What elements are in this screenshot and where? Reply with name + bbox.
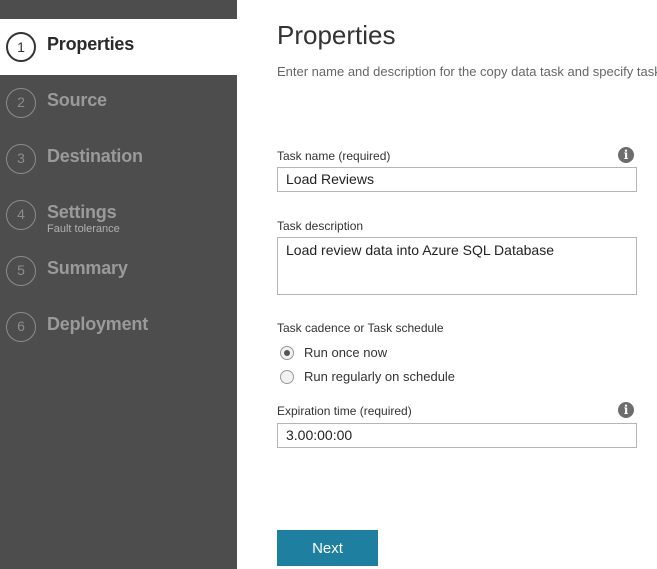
step-number: 5 [6,256,36,286]
step-number: 6 [6,312,36,342]
step-number: 1 [6,32,36,62]
step-sublabel: Fault tolerance [47,223,120,235]
description-container: Enter name and description for the copy … [277,62,657,102]
cadence-label: Task cadence or Task schedule [277,321,444,335]
expiration-label: Expiration time (required) [277,404,412,418]
step-number: 4 [6,200,36,230]
step-label: Settings [47,202,117,222]
task-name-info-icon[interactable]: i [618,147,634,163]
step-label: Source [47,90,107,110]
step-destination[interactable]: 3 Destination [0,131,237,187]
step-source[interactable]: 2 Source [0,75,237,131]
run-once-label: Run once now [304,345,388,360]
step-label: Deployment [47,314,149,334]
wizard-sidebar: 1 Properties 2 Source 3 Destination 4 Se… [0,0,237,569]
expiration-info-icon[interactable]: i [618,402,634,418]
page-title: Properties [277,20,396,50]
step-deployment[interactable]: 6 Deployment [0,299,237,355]
step-properties[interactable]: 1 Properties [0,19,237,75]
step-label: Summary [47,258,128,278]
task-description-label: Task description [277,219,364,233]
run-scheduled-radio[interactable] [280,370,294,384]
expiration-input[interactable]: 3.00:00:00 [277,423,637,448]
step-settings[interactable]: 4 Settings Fault tolerance [0,187,237,243]
page-description: Enter name and description for the copy … [277,64,657,79]
step-label: Destination [47,146,143,166]
step-number: 2 [6,88,36,118]
step-number: 3 [6,144,36,174]
step-label: Properties [47,34,135,54]
step-summary[interactable]: 5 Summary [0,243,237,299]
run-scheduled-label: Run regularly on schedule [304,369,456,384]
run-once-radio[interactable] [280,346,294,360]
task-name-label: Task name (required) [277,149,391,163]
task-name-input[interactable]: Load Reviews [277,167,637,192]
next-button[interactable]: Next [277,530,378,566]
task-description-textarea[interactable]: Load review data into Azure SQL Database [277,237,637,295]
